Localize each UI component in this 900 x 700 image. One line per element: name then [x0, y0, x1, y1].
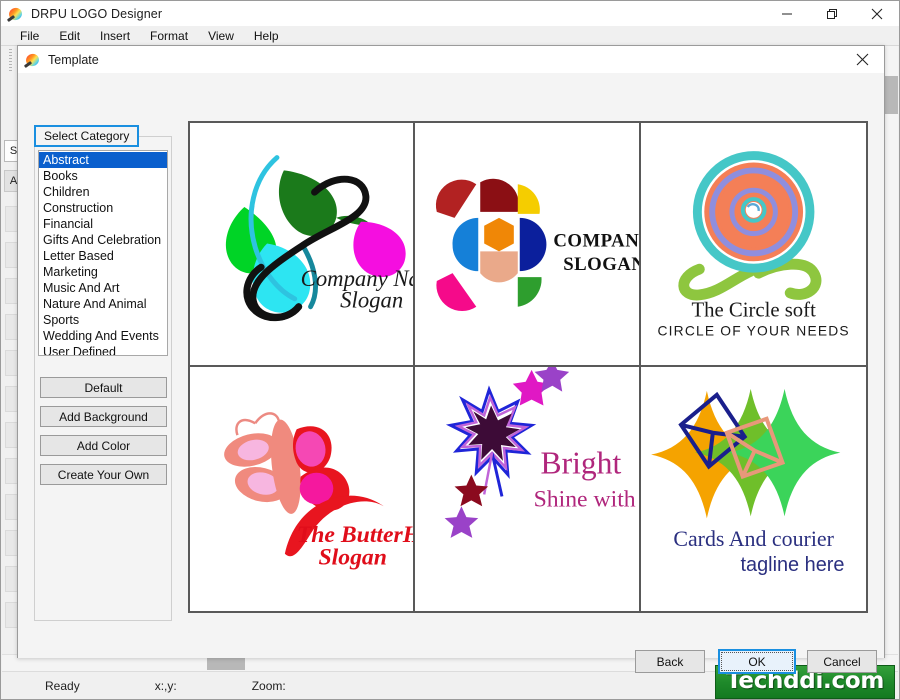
template-cell-bright[interactable]: Bright Shine with us: [415, 367, 641, 611]
category-item-music-and-art[interactable]: Music And Art: [39, 280, 167, 296]
category-item-financial[interactable]: Financial: [39, 216, 167, 232]
template-title: COMPANY NAME: [554, 230, 639, 251]
menu-edit[interactable]: Edit: [49, 27, 90, 45]
back-button[interactable]: Back: [635, 650, 705, 673]
template-dialog: Template Select Category Abstract Books …: [17, 45, 885, 674]
palette-icon: [23, 51, 41, 68]
dialog-title-bar: Template: [18, 46, 884, 73]
category-item-gifts-and-celebration[interactable]: Gifts And Celebration: [39, 232, 167, 248]
cancel-button[interactable]: Cancel: [807, 650, 877, 673]
maximize-icon[interactable]: [809, 1, 854, 26]
template-cell-the-circle-soft[interactable]: The Circle soft CIRCLE OF YOUR NEEDS: [640, 123, 866, 367]
menu-format[interactable]: Format: [140, 27, 198, 45]
menu-insert[interactable]: Insert: [90, 27, 140, 45]
template-cell-the-butterhalf[interactable]: The ButterHalf Slogan: [190, 367, 416, 611]
category-list[interactable]: Abstract Books Children Construction Fin…: [38, 150, 168, 356]
template-title: The Circle soft: [691, 300, 816, 322]
template-cell-company-name-slogan[interactable]: Company Name Slogan: [190, 123, 416, 367]
close-icon[interactable]: [854, 1, 899, 26]
default-button[interactable]: Default: [40, 377, 167, 398]
template-tagline: Shine with us: [534, 486, 639, 512]
category-item-wedding-and-events[interactable]: Wedding And Events: [39, 328, 167, 344]
menu-help[interactable]: Help: [244, 27, 289, 45]
scrollbar-thumb[interactable]: [207, 656, 245, 670]
add-color-button[interactable]: Add Color: [40, 435, 167, 456]
status-ready: Ready: [45, 678, 80, 693]
minimize-icon[interactable]: [764, 1, 809, 26]
template-grid: Company Name Slogan: [188, 121, 868, 613]
template-cell-cards-and-courier[interactable]: Cards And courier tagline here: [640, 367, 866, 611]
category-item-abstract[interactable]: Abstract: [39, 152, 167, 168]
menu-file[interactable]: File: [10, 27, 49, 45]
app-title: DRPU LOGO Designer: [31, 6, 163, 21]
template-tagline: Slogan: [340, 288, 403, 313]
template-title: Bright: [541, 446, 622, 481]
template-tagline: tagline here: [740, 554, 844, 576]
category-item-user-defined[interactable]: User Defined: [39, 344, 167, 355]
close-icon[interactable]: [840, 46, 884, 73]
status-zoom: Zoom:: [251, 678, 286, 693]
template-tagline: SLOGAN HERE: [564, 254, 639, 275]
template-title: Cards And courier: [673, 526, 834, 551]
application-window: DRPU LOGO Designer File Edit Insert Form…: [0, 0, 900, 700]
template-tagline: Slogan: [318, 545, 387, 571]
toolbar-grip[interactable]: [9, 49, 12, 71]
category-item-marketing[interactable]: Marketing: [39, 264, 167, 280]
canvas-vertical-scrollbar[interactable]: [883, 46, 898, 654]
category-item-children[interactable]: Children: [39, 184, 167, 200]
dialog-title: Template: [48, 52, 99, 67]
scrollbar-thumb[interactable]: [885, 76, 898, 114]
category-item-sports[interactable]: Sports: [39, 312, 167, 328]
category-item-letter-based[interactable]: Letter Based: [39, 248, 167, 264]
category-item-construction[interactable]: Construction: [39, 200, 167, 216]
window-controls: [764, 1, 899, 26]
dialog-body: Select Category Abstract Books Children …: [18, 73, 884, 674]
title-bar: DRPU LOGO Designer: [1, 1, 899, 26]
create-your-own-button[interactable]: Create Your Own: [40, 464, 167, 485]
template-tagline: CIRCLE OF YOUR NEEDS: [657, 322, 849, 338]
add-background-button[interactable]: Add Background: [40, 406, 167, 427]
status-coordinates: x:,y:: [154, 678, 177, 693]
category-item-nature-and-animal[interactable]: Nature And Animal: [39, 296, 167, 312]
ok-button[interactable]: OK: [718, 649, 796, 674]
menu-bar: File Edit Insert Format View Help: [1, 26, 899, 46]
menu-view[interactable]: View: [198, 27, 244, 45]
template-cell-company-name-slogan-here[interactable]: COMPANY NAME SLOGAN HERE: [415, 123, 641, 367]
select-category-label: Select Category: [34, 125, 140, 147]
palette-icon: [6, 5, 24, 22]
category-item-books[interactable]: Books: [39, 168, 167, 184]
